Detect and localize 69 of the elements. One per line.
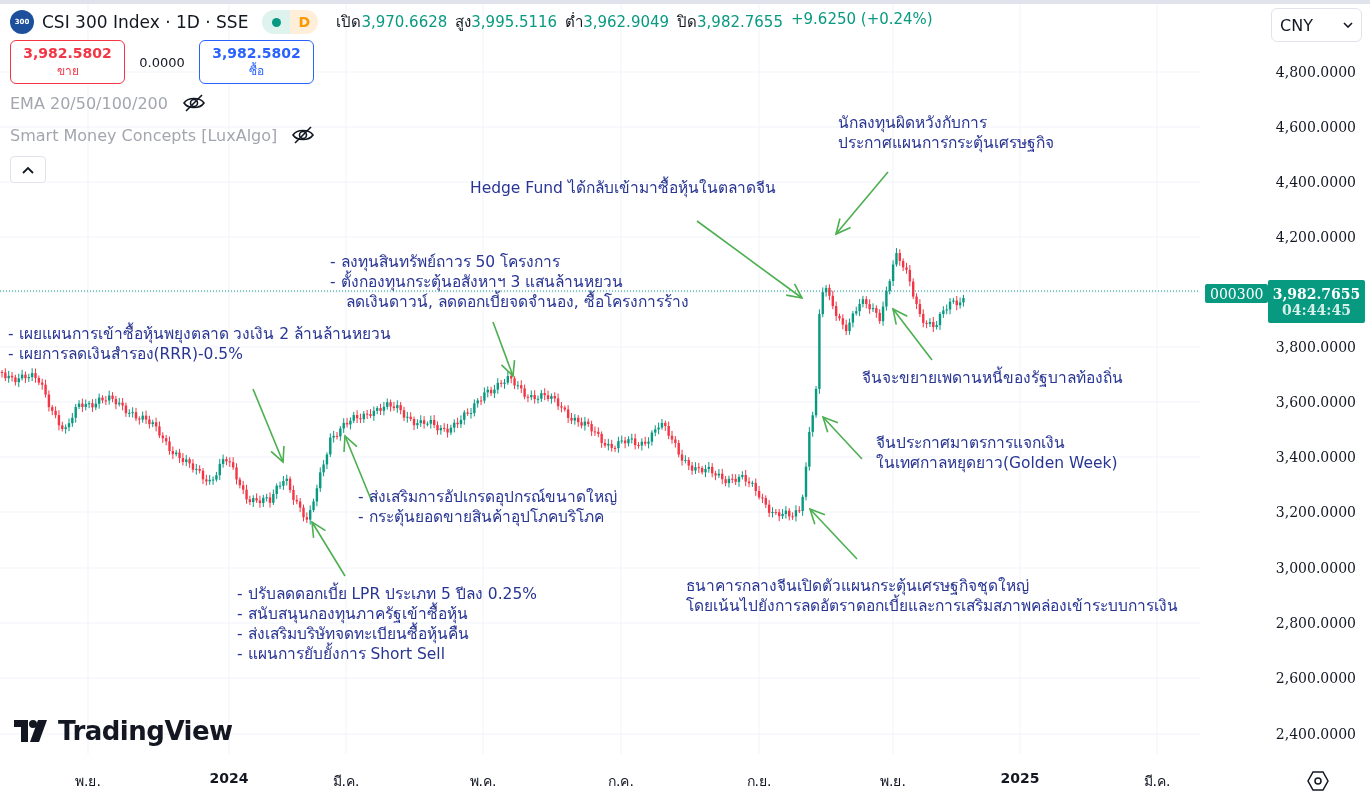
sell-button[interactable]: 3,982.5802 ขาย: [10, 40, 125, 84]
price-axis-label: 3,000.0000: [1275, 560, 1356, 576]
status-letter: D: [290, 10, 319, 34]
price-axis-label: 4,200.0000: [1275, 229, 1356, 245]
price-axis-label: 2,600.0000: [1275, 670, 1356, 686]
time-axis-label: 2024: [209, 770, 249, 786]
arrow: [891, 307, 933, 361]
annotation-text: ประกาศแผนการกระตุ้นเศรษฐกิจ: [838, 133, 1054, 153]
caret-down-icon: [1343, 22, 1353, 28]
ohlc-value: ปิด3,982.7655: [677, 12, 783, 33]
time-axis-label: พ.ย.: [75, 772, 101, 791]
price-axis-label: 3,600.0000: [1275, 394, 1356, 410]
price-axis-label: 4,800.0000: [1275, 64, 1356, 80]
annotation-text: - กระตุ้นยอดขายสินค้าอุปโภคบริโภค: [358, 507, 605, 527]
status-dot-icon: [271, 17, 281, 27]
price-axis-label: 4,600.0000: [1275, 119, 1356, 135]
annotation-text: - ลงทุนสินทรัพย์ถาวร 50 โครงการ: [330, 252, 562, 272]
annotation-text: ธนาคารกลางจีนเปิดตัวแผนกระตุ้นเศรษฐกิจชุดใหญ่: [686, 576, 1029, 596]
annotation-text: จีนประกาศมาตรการแจกเงิน: [876, 433, 1066, 453]
time-axis-label: พ.ค.: [469, 772, 497, 791]
time-axis-label: มี.ค.: [332, 772, 360, 791]
currency-dropdown[interactable]: CNY: [1271, 8, 1362, 42]
bar-countdown: 04:44:45: [1282, 301, 1351, 318]
tradingview-logo-icon: [14, 720, 50, 742]
time-axis-label: มี.ค.: [1143, 772, 1171, 791]
price-axis-label: 3,200.0000: [1275, 504, 1356, 520]
annotation-text: จีนจะขยายเพดานหนี้ของรัฐบาลท้องถิ่น: [862, 368, 1123, 388]
ohlc-value: เปิด3,970.6628: [336, 12, 448, 33]
price-change: +9.6250 (+0.24%): [790, 10, 933, 30]
annotation-text: - เผยการลดเงินสำรอง(RRR)-0.5%: [8, 344, 244, 364]
price-axis-label: 2,400.0000: [1275, 726, 1356, 742]
spread-value: 0.0000: [138, 54, 186, 70]
arrow: [311, 520, 346, 577]
arrow: [834, 171, 889, 236]
annotation-text: - สนับสนุนกองทุนภาครัฐเข้าซื้อหุ้น: [237, 604, 537, 624]
indicator-name[interactable]: EMA 20/50/100/200: [10, 93, 168, 113]
eye-off-icon[interactable]: [181, 94, 206, 112]
arrow: [492, 321, 516, 378]
eye-off-icon[interactable]: [291, 126, 316, 144]
arrow: [808, 507, 858, 560]
time-axis-label: ก.ย.: [746, 772, 772, 791]
price-axis-label: 2,800.0000: [1275, 615, 1356, 631]
arrow: [821, 415, 863, 460]
buy-button[interactable]: 3,982.5802 ซื้อ: [199, 40, 314, 84]
symbol-title[interactable]: CSI 300 Index · 1D · SSE: [42, 12, 249, 32]
time-axis-label: 2025: [1000, 770, 1040, 786]
price-axis-label: 3,400.0000: [1275, 449, 1356, 465]
hexagon-icon[interactable]: [1307, 770, 1329, 792]
annotation-text: - ส่งเสริมการอัปเกรดอุปกรณ์ขนาดใหญ่: [358, 487, 617, 507]
ohlc-value: ต่ำ3,962.9049: [565, 11, 670, 33]
time-axis-label: พ.ย.: [880, 772, 906, 791]
annotation-text: - ส่งเสริมบริษัทจดทะเบียนซื้อหุ้นคืน: [237, 624, 537, 644]
annotation-text: นักลงทุนผิดหวังกับการ: [838, 113, 988, 133]
annotation-text: Hedge Fund ได้กลับเข้ามาซื้อหุ้นในตลาดจีน: [470, 178, 776, 198]
annotation-text: โดยเน้นไปยังการลดอัตราดอกเบี้ยและการเสริมสภาพคล่องเข้าระบบการเงิน: [686, 596, 1178, 616]
annotation-text: ลดเงินดาวน์, ลดดอกเบี้ยจดจำนอง, ซื้อโครงการร้าง: [330, 292, 689, 312]
indicator-name[interactable]: Smart Money Concepts [LuxAlgo]: [10, 125, 278, 145]
symbol-label: 000300: [1205, 284, 1269, 303]
price-axis-label: 4,400.0000: [1275, 174, 1356, 190]
annotation-text: ในเทศกาลหยุดยาว(Golden Week): [876, 453, 1118, 473]
caret-up-icon: [22, 165, 34, 174]
time-axis-label: ก.ค.: [608, 772, 634, 791]
last-price: 3,982.7655: [1272, 285, 1361, 302]
annotation-text: - เผยแผนการเข้าซื้อหุ้นพยุงตลาด วงเงิน 2 ล้านล้านหยวน: [8, 324, 392, 344]
price-axis-label: 3,800.0000: [1275, 339, 1356, 355]
annotation-text: - แผนการยับยั้งการ Short Sell: [237, 644, 537, 664]
collapse-button[interactable]: [10, 156, 46, 183]
brand-name: TradingView: [58, 716, 233, 746]
ohlc-value: สูง3,995.5116: [455, 12, 558, 33]
